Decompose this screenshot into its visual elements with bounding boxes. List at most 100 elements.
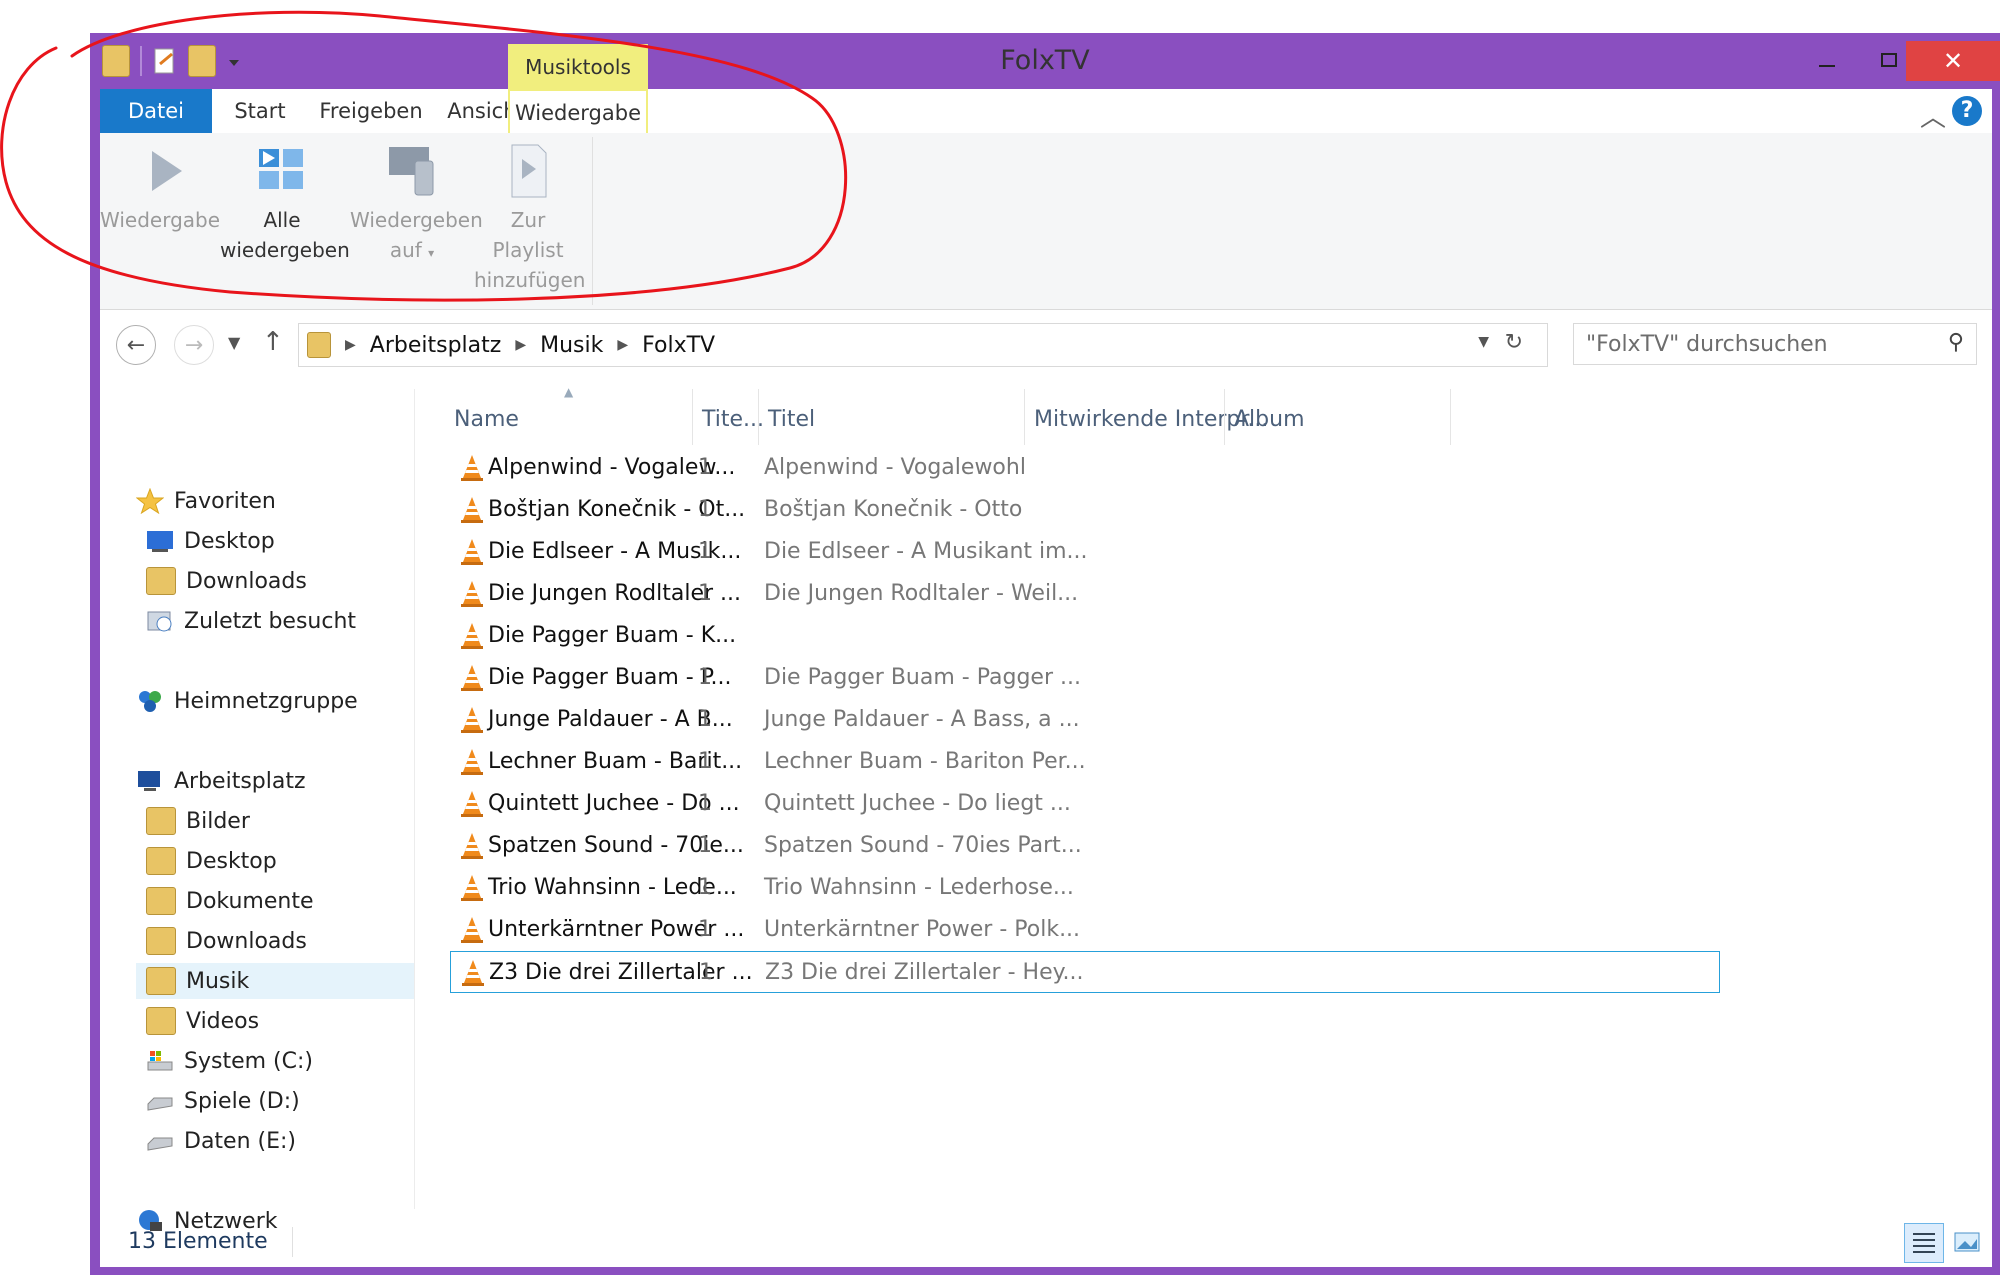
add-to-playlist-button[interactable]: Zur Playlist hinzufügen bbox=[474, 143, 586, 295]
sidebar-item-favoriten[interactable]: Favoriten bbox=[135, 483, 276, 519]
large-icons-view-button[interactable] bbox=[1950, 1225, 1984, 1259]
play-all-label-2: wiedergeben bbox=[220, 238, 350, 262]
track-number: 1 bbox=[698, 665, 712, 690]
sidebar-item-desktop-2[interactable]: Desktop bbox=[146, 843, 277, 879]
breadcrumb-musik[interactable]: Musik bbox=[540, 333, 603, 358]
play-all-button[interactable]: Alle wiedergeben bbox=[220, 143, 350, 265]
close-button[interactable]: ✕ bbox=[1906, 41, 2000, 81]
tab-datei[interactable]: Datei bbox=[100, 89, 212, 133]
documents-folder-icon bbox=[146, 887, 176, 915]
column-divider bbox=[692, 389, 693, 445]
refresh-icon[interactable]: ↻ bbox=[1505, 330, 1523, 355]
play-to-device-icon bbox=[350, 143, 474, 205]
play-to-button[interactable]: Wiedergeben auf ▾ bbox=[350, 143, 483, 268]
folder-icon bbox=[307, 332, 331, 358]
play-button[interactable]: Wiedergabe bbox=[100, 143, 220, 235]
add-to-playlist-label-2: hinzufügen bbox=[474, 268, 586, 292]
title-bar: Musiktools FolxTV ✕ bbox=[90, 33, 2000, 89]
track-title: Alpenwind - Vogalewohl bbox=[764, 455, 1026, 480]
table-row[interactable]: Z3 Die drei Zillertaler ... 1 Z3 Die drei … bbox=[450, 951, 1720, 993]
vlc-media-icon bbox=[461, 707, 483, 733]
column-header-titel[interactable]: Titel bbox=[768, 397, 815, 441]
homegroup-icon bbox=[136, 688, 164, 714]
table-row[interactable]: Quintett Juchee - Do ... 1 Quintett Juchee… bbox=[450, 783, 1720, 825]
table-row[interactable]: Unterkärntner Power ... 1 Unterkärntner Po… bbox=[450, 909, 1720, 951]
vlc-media-icon bbox=[462, 960, 484, 986]
file-list: ▲ Name Tite... Titel Mitwirkende Interpr… bbox=[426, 379, 1992, 1209]
window-title: FolxTV bbox=[1000, 45, 1090, 76]
vlc-media-icon bbox=[461, 833, 483, 859]
search-input[interactable]: "FolxTV" durchsuchen ⚲ bbox=[1573, 323, 1977, 365]
desktop-icon bbox=[146, 528, 174, 554]
column-divider bbox=[1224, 389, 1225, 445]
table-row[interactable]: Trio Wahnsinn - Lede... 1 Trio Wahnsinn - … bbox=[450, 867, 1720, 909]
track-number: 1 bbox=[698, 917, 712, 942]
sidebar-item-dokumente[interactable]: Dokumente bbox=[146, 883, 313, 919]
item-count: 13 Elemente bbox=[128, 1229, 268, 1254]
sidebar-item-desktop[interactable]: Desktop bbox=[146, 523, 275, 559]
table-row[interactable]: Die Pagger Buam - P... 1 Die Pagger Buam -… bbox=[450, 657, 1720, 699]
tab-freigeben[interactable]: Freigeben bbox=[308, 89, 434, 133]
sidebar-item-label: Desktop bbox=[186, 848, 277, 874]
address-bar[interactable]: ▶ Arbeitsplatz ▶ Musik ▶ FolxTV ▼ ↻ bbox=[298, 323, 1548, 367]
track-title: Spatzen Sound - 70ies Part... bbox=[764, 833, 1082, 858]
column-header-album[interactable]: Album bbox=[1234, 397, 1305, 441]
vlc-media-icon bbox=[461, 497, 483, 523]
track-title: Trio Wahnsinn - Lederhose... bbox=[764, 875, 1074, 900]
sidebar-item-bilder[interactable]: Bilder bbox=[146, 803, 250, 839]
search-placeholder: "FolxTV" durchsuchen bbox=[1586, 331, 1828, 357]
recent-places-icon bbox=[146, 608, 174, 634]
help-icon[interactable]: ? bbox=[1952, 96, 1982, 126]
track-number: 1 bbox=[698, 749, 712, 774]
minimize-button[interactable] bbox=[1796, 41, 1858, 81]
sidebar-item-label: Musik bbox=[186, 968, 250, 994]
track-number: 1 bbox=[698, 455, 712, 480]
sort-ascending-icon: ▲ bbox=[564, 385, 574, 399]
forward-button[interactable]: → bbox=[174, 325, 214, 365]
sidebar-item-arbeitsplatz[interactable]: Arbeitsplatz bbox=[136, 763, 306, 799]
details-view-button[interactable] bbox=[1904, 1223, 1944, 1263]
sidebar-item-downloads[interactable]: Downloads bbox=[146, 563, 307, 599]
track-title: Junge Paldauer - A Bass, a ... bbox=[764, 707, 1080, 732]
table-row[interactable]: Boštjan Konečnik - Ot... 1 Boštjan Konečni… bbox=[450, 489, 1720, 531]
chevron-right-icon: ▶ bbox=[345, 337, 356, 353]
column-header-track-number[interactable]: Tite... bbox=[702, 397, 764, 441]
table-row[interactable]: Spatzen Sound - 70ie... 1 Spatzen Sound - … bbox=[450, 825, 1720, 867]
sidebar-item-label: Favoriten bbox=[174, 488, 276, 514]
search-icon[interactable]: ⚲ bbox=[1948, 330, 1964, 355]
tab-wiedergabe[interactable]: Wiedergabe bbox=[508, 89, 648, 135]
sidebar-item-daten-e[interactable]: Daten (E:) bbox=[146, 1123, 296, 1159]
table-row[interactable]: Die Edlseer - A Musik... 1 Die Edlseer - A… bbox=[450, 531, 1720, 573]
table-row[interactable]: Lechner Buam - Barit... 1 Lechner Buam - B… bbox=[450, 741, 1720, 783]
sidebar-item-musik[interactable]: Musik bbox=[136, 963, 414, 999]
play-icon bbox=[100, 143, 220, 205]
track-title: Quintett Juchee - Do liegt ... bbox=[764, 791, 1071, 816]
address-dropdown-icon[interactable]: ▼ bbox=[1478, 334, 1489, 350]
up-arrow-icon[interactable]: ↑ bbox=[262, 327, 284, 357]
table-row[interactable]: Die Jungen Rodltaler ... 1 Die Jungen Rodl… bbox=[450, 573, 1720, 615]
recent-locations-icon[interactable]: ▼ bbox=[228, 333, 240, 352]
tab-start[interactable]: Start bbox=[212, 89, 308, 133]
table-row[interactable]: Die Pagger Buam - K... bbox=[450, 615, 1720, 657]
breadcrumb-arbeitsplatz[interactable]: Arbeitsplatz bbox=[370, 333, 502, 358]
table-row[interactable]: Junge Paldauer - A B... 1 Junge Paldauer -… bbox=[450, 699, 1720, 741]
sidebar-item-downloads-2[interactable]: Downloads bbox=[146, 923, 307, 959]
sidebar-item-spiele-d[interactable]: Spiele (D:) bbox=[146, 1083, 300, 1119]
breadcrumb-folxtv[interactable]: FolxTV bbox=[642, 333, 715, 358]
collapse-ribbon-icon[interactable]: ︿ bbox=[1920, 97, 1946, 134]
track-title: Die Jungen Rodltaler - Weil... bbox=[764, 581, 1079, 606]
sidebar-item-videos[interactable]: Videos bbox=[146, 1003, 259, 1039]
system-drive-icon bbox=[146, 1048, 174, 1074]
table-row[interactable]: Alpenwind - Vogalew... 1 Alpenwind - Vogal… bbox=[450, 447, 1720, 489]
track-title: Boštjan Konečnik - Otto bbox=[764, 497, 1023, 522]
sidebar-item-system-c[interactable]: System (C:) bbox=[146, 1043, 313, 1079]
column-header-name[interactable]: Name bbox=[454, 397, 519, 441]
back-button[interactable]: ← bbox=[116, 325, 156, 365]
column-divider bbox=[1024, 389, 1025, 445]
column-divider bbox=[1450, 389, 1451, 445]
sidebar-item-heimnetzgruppe[interactable]: Heimnetzgruppe bbox=[136, 683, 358, 719]
sidebar-item-zuletzt-besucht[interactable]: Zuletzt besucht bbox=[146, 603, 356, 639]
vlc-media-icon bbox=[461, 623, 483, 649]
chevron-right-icon: ▶ bbox=[617, 337, 629, 353]
details-view-icon bbox=[1913, 1233, 1935, 1253]
